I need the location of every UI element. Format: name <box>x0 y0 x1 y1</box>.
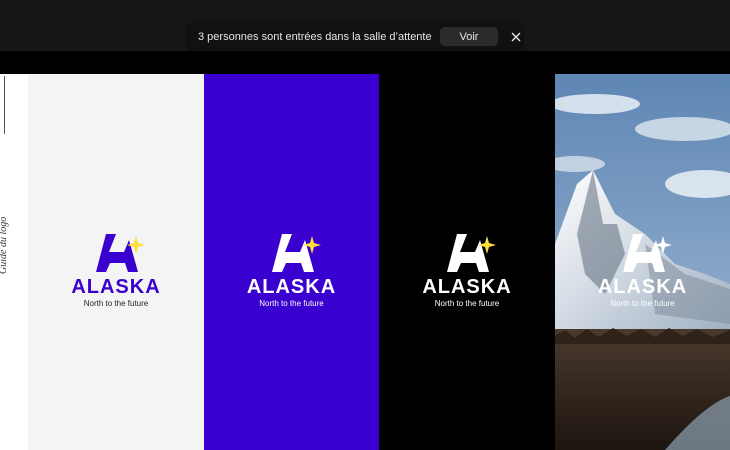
alaska-mark-icon <box>271 234 321 272</box>
logo-wordmark: ALASKA <box>597 276 688 298</box>
logo-panel-dark: ALASKA North to the future <box>379 74 555 450</box>
logo-tagline: North to the future <box>610 299 675 308</box>
alaska-logo: ALASKA North to the future <box>242 232 342 308</box>
logo-guide-canvas: Guide du logo ALASKA North to the future… <box>0 51 730 450</box>
view-button[interactable]: Voir <box>439 27 499 46</box>
notification-message: 3 personnes sont entrées dans la salle d… <box>198 30 432 43</box>
sidebar-label: Guide du logo <box>0 216 9 274</box>
logo-wordmark: ALASKA <box>422 276 512 298</box>
logo-panel-photo: ALASKA North to the future <box>555 74 730 450</box>
alaska-mark-icon <box>96 234 145 272</box>
alaska-mark-icon <box>447 234 496 272</box>
alaska-logo: ALASKA North to the future <box>66 232 166 308</box>
alaska-mark-icon <box>622 234 672 272</box>
logo-tagline: North to the future <box>259 299 324 308</box>
logo-wordmark: ALASKA <box>246 276 337 298</box>
sidebar-strip: Guide du logo <box>0 74 28 450</box>
alaska-logo: ALASKA North to the future <box>417 232 517 308</box>
alaska-logo: ALASKA North to the future <box>593 232 693 308</box>
divider <box>4 76 5 134</box>
logo-wordmark: ALASKA <box>71 276 161 298</box>
waiting-room-notification: 3 personnes sont entrées dans la salle d… <box>186 20 524 53</box>
logo-tagline: North to the future <box>83 299 149 308</box>
logo-panel-light: ALASKA North to the future <box>28 74 204 450</box>
logo-panel-brand: ALASKA North to the future <box>204 74 379 450</box>
close-icon[interactable] <box>508 29 524 45</box>
logo-tagline: North to the future <box>434 299 500 308</box>
